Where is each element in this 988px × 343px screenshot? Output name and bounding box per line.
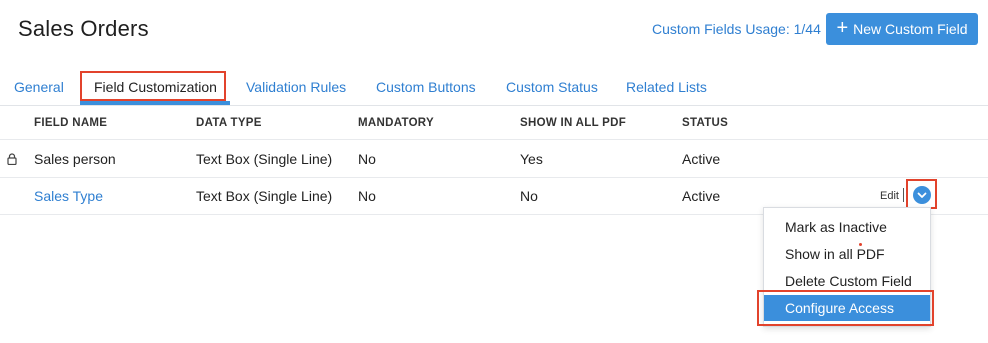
table-row-1-data-type: Text Box (Single Line) xyxy=(196,151,333,167)
tab-custom-status[interactable]: Custom Status xyxy=(506,68,598,106)
column-header-status: STATUS xyxy=(682,117,729,129)
table-divider xyxy=(0,177,988,178)
plus-icon: + xyxy=(836,17,849,39)
tab-related-lists[interactable]: Related Lists xyxy=(626,68,707,106)
table-row-2-status: Active xyxy=(682,188,721,204)
table-divider xyxy=(0,139,988,140)
new-custom-field-label: New Custom Field xyxy=(853,21,968,37)
column-header-show-in-all-pdf: SHOW IN ALL PDF xyxy=(520,117,627,129)
edit-link[interactable]: Edit xyxy=(880,190,899,202)
new-custom-field-button[interactable]: + New Custom Field xyxy=(826,13,978,45)
table-row-2-field-name[interactable]: Sales Type xyxy=(34,188,103,204)
menu-item-delete-custom-field[interactable]: Delete Custom Field xyxy=(764,268,930,294)
custom-fields-usage[interactable]: Custom Fields Usage: 1/44 xyxy=(652,21,821,37)
tab-general[interactable]: General xyxy=(14,68,64,106)
tab-validation-rules[interactable]: Validation Rules xyxy=(246,68,346,106)
lock-icon xyxy=(7,153,17,165)
page-title: Sales Orders xyxy=(18,16,149,41)
action-separator xyxy=(903,188,904,202)
row-actions-dropdown-button[interactable] xyxy=(913,186,931,204)
table-row-1-field-name: Sales person xyxy=(34,151,116,167)
table-row-2-data-type: Text Box (Single Line) xyxy=(196,188,333,204)
table-row-2-show-in-all-pdf: No xyxy=(520,188,538,204)
chevron-down-icon xyxy=(917,192,927,198)
tab-custom-buttons[interactable]: Custom Buttons xyxy=(376,68,476,106)
row-actions-menu: Mark as Inactive Show in all PDF Delete … xyxy=(763,207,931,327)
menu-item-mark-as-inactive[interactable]: Mark as Inactive xyxy=(764,214,930,240)
menu-item-show-in-all-pdf[interactable]: Show in all PDF xyxy=(764,241,930,267)
column-header-mandatory: MANDATORY xyxy=(358,117,434,129)
column-header-data-type: DATA TYPE xyxy=(196,117,262,129)
table-row-2-mandatory: No xyxy=(358,188,376,204)
table-row-1-mandatory: No xyxy=(358,151,376,167)
cursor-marker xyxy=(859,243,862,246)
active-tab-indicator xyxy=(80,101,230,105)
column-header-field-name: FIELD NAME xyxy=(34,117,108,129)
menu-item-configure-access[interactable]: Configure Access xyxy=(764,295,930,321)
table-row-1-status: Active xyxy=(682,151,721,167)
table-row-1-show-in-all-pdf: Yes xyxy=(520,151,543,167)
